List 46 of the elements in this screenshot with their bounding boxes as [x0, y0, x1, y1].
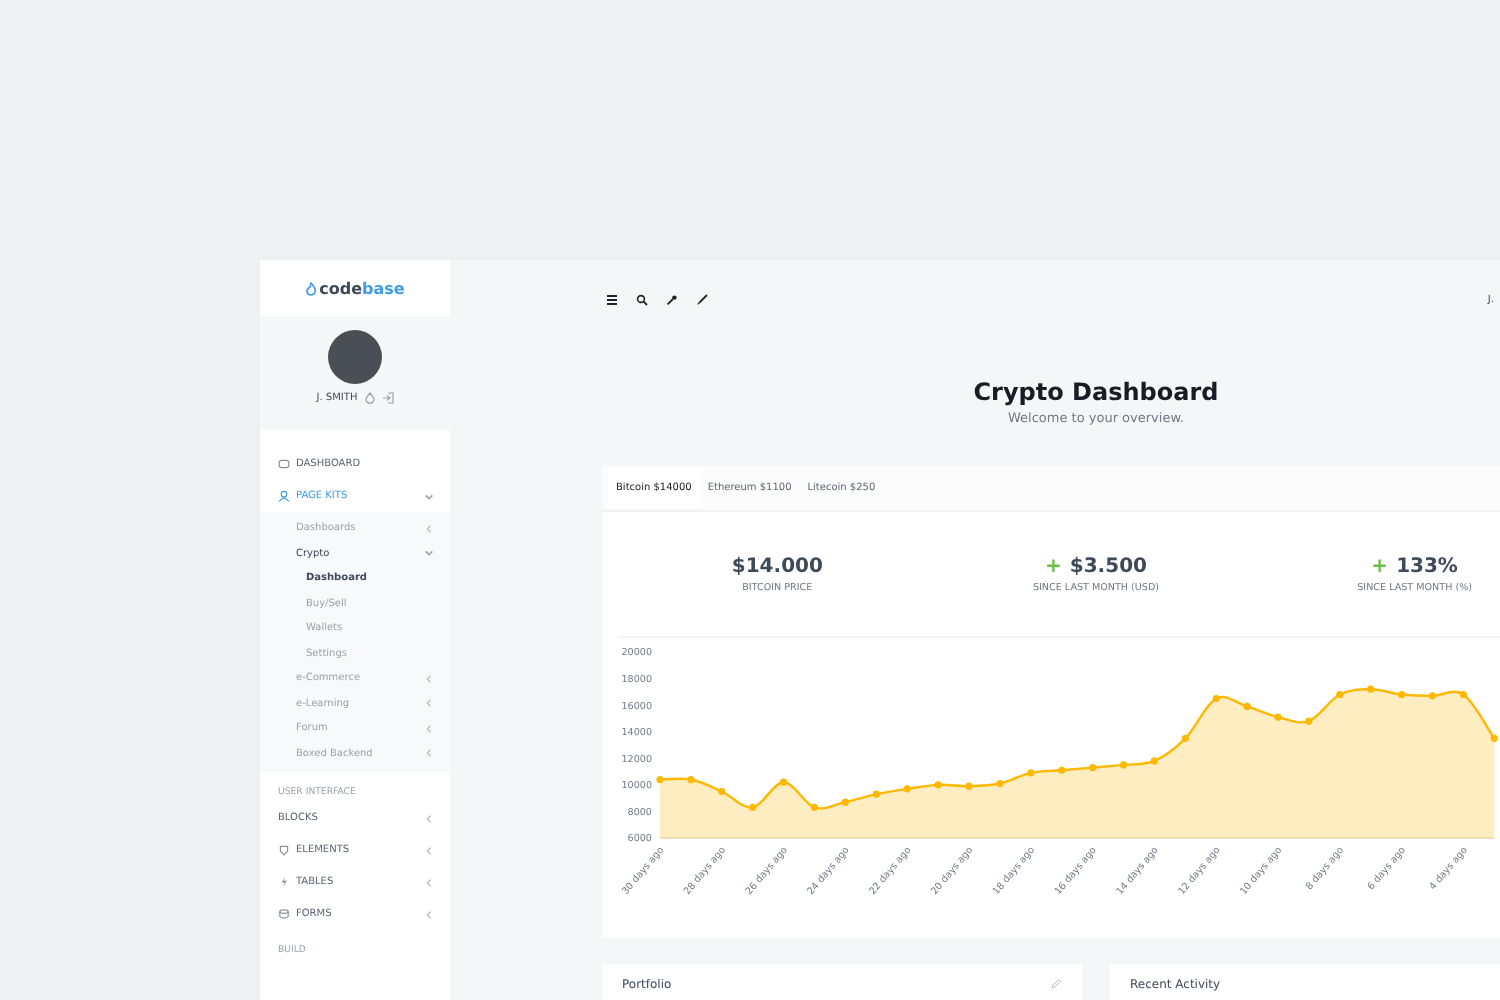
data-point [749, 803, 757, 812]
data-point [1398, 690, 1406, 699]
data-point [810, 803, 819, 812]
blocks-icon [278, 844, 290, 856]
data-point [1212, 694, 1220, 703]
logo-text: codebase [319, 279, 405, 297]
avatar [328, 330, 382, 384]
data-point [656, 775, 664, 784]
data-point [996, 779, 1004, 788]
data-point [1058, 766, 1066, 774]
data-point [1305, 717, 1313, 725]
stat-value: $14.000 [731, 555, 823, 577]
stat-value: $3.500 [1069, 555, 1147, 577]
data-point [1459, 690, 1467, 699]
data-point [1274, 713, 1282, 721]
data-point [872, 790, 880, 798]
data-point [934, 781, 942, 789]
data-point [687, 775, 695, 784]
data-point [1490, 734, 1498, 742]
data-point [1367, 685, 1375, 693]
flame-icon [305, 281, 316, 295]
bolt-icon [278, 876, 290, 888]
page-title: Crypto Dashboard [971, 378, 1221, 406]
data-point [903, 785, 911, 793]
data-point [965, 782, 973, 790]
data-point [780, 778, 788, 786]
plus-sign: + [1045, 555, 1062, 577]
data-point [1243, 702, 1251, 711]
plus-sign: + [1371, 555, 1389, 577]
dashboard-icon [278, 458, 290, 470]
menu-icon[interactable] [606, 294, 618, 306]
wrench-icon[interactable] [666, 294, 678, 306]
data-point [1336, 690, 1344, 699]
data-point [718, 787, 726, 796]
stat-value: 133% [1396, 555, 1458, 577]
data-point [1027, 769, 1035, 777]
table-icon [278, 908, 290, 920]
data-point [1089, 764, 1097, 772]
data-point [1119, 761, 1128, 769]
brush-icon[interactable] [696, 294, 708, 306]
data-point [1428, 692, 1437, 700]
data-point [1150, 757, 1158, 765]
data-point [841, 798, 849, 806]
search-icon[interactable] [636, 294, 648, 306]
data-point [1181, 734, 1189, 742]
person-icon [278, 490, 290, 502]
